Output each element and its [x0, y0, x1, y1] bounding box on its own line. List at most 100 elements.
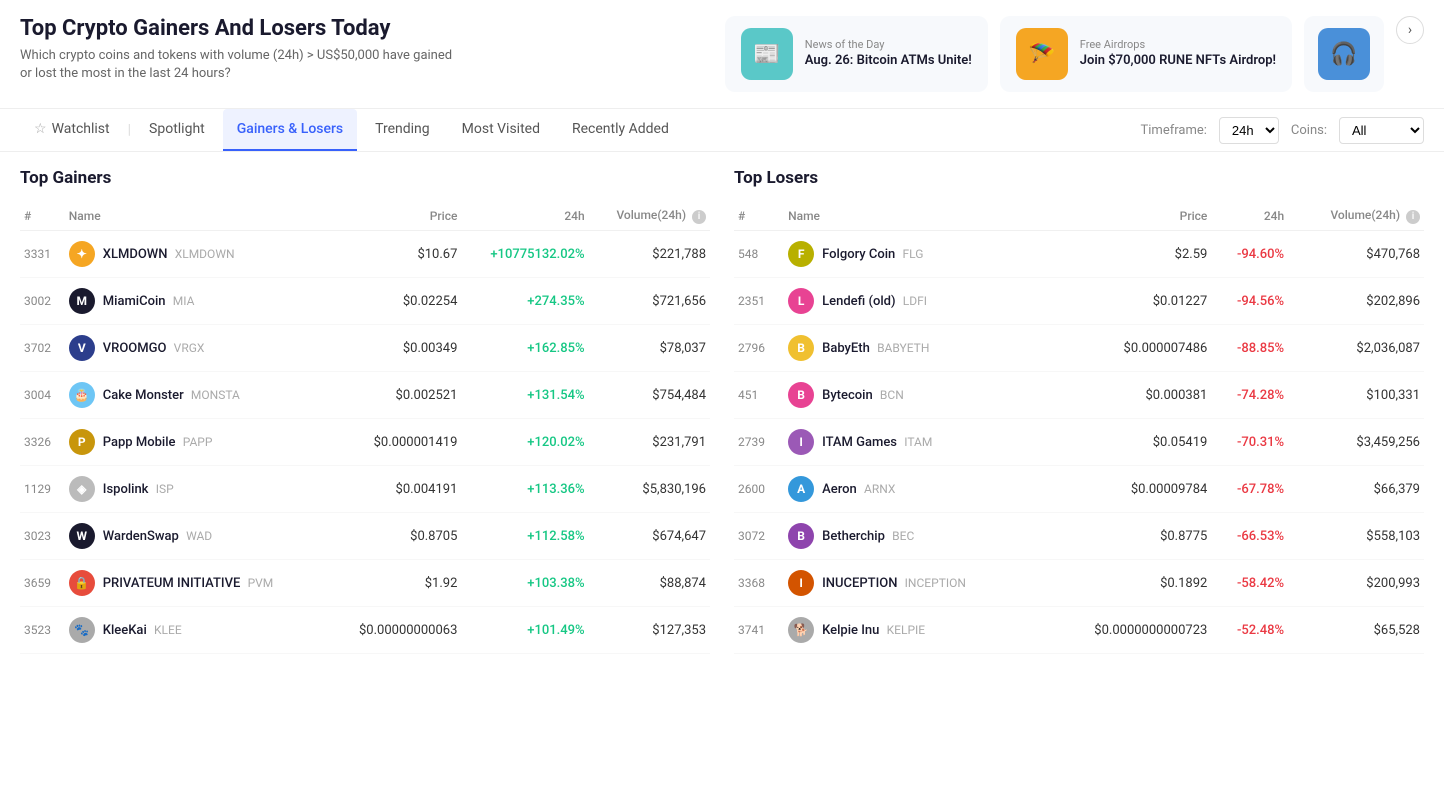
- news-card-2[interactable]: 🪂 Free Airdrops Join $70,000 RUNE NFTs A…: [1000, 16, 1292, 92]
- table-row[interactable]: 1129 ◈ Ispolink ISP $0.004191 +113.36% $…: [20, 466, 710, 513]
- price-cell: $0.002521: [329, 372, 461, 419]
- price-cell: $2.59: [1043, 231, 1212, 278]
- coin-icon: I: [788, 570, 814, 596]
- tab-gainers-losers[interactable]: Gainers & Losers: [223, 109, 357, 151]
- news-card-3-icon: 🎧: [1318, 28, 1370, 80]
- table-row[interactable]: 3368 I INUCEPTION INCEPTION $0.1892 -58.…: [734, 560, 1424, 607]
- table-row[interactable]: 3702 V VROOMGO VRGX $0.00349 +162.85% $7…: [20, 325, 710, 372]
- news-cards-container: 📰 News of the Day Aug. 26: Bitcoin ATMs …: [725, 16, 1424, 92]
- news-card-2-text: Free Airdrops Join $70,000 RUNE NFTs Air…: [1080, 38, 1276, 70]
- coin-full-name: BabyEth: [822, 341, 870, 356]
- news-card-1[interactable]: 📰 News of the Day Aug. 26: Bitcoin ATMs …: [725, 16, 988, 92]
- coin-full-name: Bytecoin: [822, 388, 873, 403]
- news-card-2-title: Join $70,000 RUNE NFTs Airdrop!: [1080, 53, 1276, 70]
- coin-symbol: PVM: [248, 576, 274, 590]
- coin-full-name: KleeKai: [103, 623, 147, 638]
- news-card-3[interactable]: 🎧: [1304, 16, 1384, 92]
- nav-arrow-right[interactable]: ›: [1396, 16, 1424, 44]
- tab-most-visited[interactable]: Most Visited: [448, 109, 554, 151]
- table-row[interactable]: 3004 🎂 Cake Monster MONSTA $0.002521 +13…: [20, 372, 710, 419]
- price-cell: $0.05419: [1043, 419, 1212, 466]
- coin-icon: P: [69, 429, 95, 455]
- change-cell: +131.54%: [461, 372, 588, 419]
- table-row[interactable]: 548 F Folgory Coin FLG $2.59 -94.60% $47…: [734, 231, 1424, 278]
- page-title: Top Crypto Gainers And Losers Today: [20, 16, 705, 41]
- table-row[interactable]: 3002 M MiamiCoin MIA $0.02254 +274.35% $…: [20, 278, 710, 325]
- info-icon-gainers[interactable]: i: [692, 210, 706, 224]
- change-cell: +120.02%: [461, 419, 588, 466]
- rank-cell: 451: [734, 372, 784, 419]
- coin-symbol: KLEE: [154, 623, 182, 637]
- coin-symbol: LDFI: [903, 294, 927, 308]
- coin-full-name: Lendefi (old): [822, 294, 895, 309]
- change-cell: +274.35%: [461, 278, 588, 325]
- table-row[interactable]: 2739 I ITAM Games ITAM $0.05419 -70.31% …: [734, 419, 1424, 466]
- nav-section: ☆ Watchlist | Spotlight Gainers & Losers…: [0, 109, 1444, 152]
- gainers-col-24h: 24h: [461, 202, 588, 231]
- coin-symbol: BABYETH: [877, 341, 929, 355]
- change-cell: -74.28%: [1211, 372, 1288, 419]
- rank-cell: 548: [734, 231, 784, 278]
- gainers-col-name: Name: [65, 202, 329, 231]
- volume-cell: $221,788: [589, 231, 710, 278]
- change-cell: -67.78%: [1211, 466, 1288, 513]
- rank-cell: 2600: [734, 466, 784, 513]
- coin-symbol: KELPIE: [887, 623, 925, 637]
- losers-col-rank: #: [734, 202, 784, 231]
- coin-icon: M: [69, 288, 95, 314]
- coin-full-name: Betherchip: [822, 529, 885, 544]
- rank-cell: 3368: [734, 560, 784, 607]
- table-row[interactable]: 3072 B Betherchip BEC $0.8775 -66.53% $5…: [734, 513, 1424, 560]
- change-cell: +162.85%: [461, 325, 588, 372]
- table-row[interactable]: 3326 P Papp Mobile PAPP $0.000001419 +12…: [20, 419, 710, 466]
- coins-select[interactable]: All Top 100: [1339, 117, 1424, 144]
- table-row[interactable]: 2796 B BabyEth BABYETH $0.000007486 -88.…: [734, 325, 1424, 372]
- coins-label: Coins:: [1291, 123, 1327, 138]
- coin-full-name: XLMDOWN: [103, 247, 168, 262]
- table-row[interactable]: 2351 L Lendefi (old) LDFI $0.01227 -94.5…: [734, 278, 1424, 325]
- coin-full-name: Aeron: [822, 482, 857, 497]
- volume-cell: $5,830,196: [589, 466, 710, 513]
- name-cell: 🎂 Cake Monster MONSTA: [65, 372, 329, 419]
- table-row[interactable]: 2600 A Aeron ARNX $0.00009784 -67.78% $6…: [734, 466, 1424, 513]
- coin-icon: L: [788, 288, 814, 314]
- losers-col-name: Name: [784, 202, 1043, 231]
- price-cell: $0.8705: [329, 513, 461, 560]
- top-section: Top Crypto Gainers And Losers Today Whic…: [0, 0, 1444, 109]
- price-cell: $0.01227: [1043, 278, 1212, 325]
- change-cell: -94.56%: [1211, 278, 1288, 325]
- rank-cell: 3326: [20, 419, 65, 466]
- tab-recently-added[interactable]: Recently Added: [558, 109, 683, 151]
- rank-cell: 1129: [20, 466, 65, 513]
- rank-cell: 3702: [20, 325, 65, 372]
- coin-symbol: ISP: [156, 482, 174, 496]
- coin-full-name: VROOMGO: [103, 341, 167, 356]
- rank-cell: 3523: [20, 607, 65, 654]
- coin-icon: A: [788, 476, 814, 502]
- timeframe-select[interactable]: 24h 7d 30d: [1219, 117, 1279, 144]
- table-row[interactable]: 3331 ✦ XLMDOWN XLMDOWN $10.67 +10775132.…: [20, 231, 710, 278]
- change-cell: -58.42%: [1211, 560, 1288, 607]
- price-cell: $0.02254: [329, 278, 461, 325]
- timeframe-label: Timeframe:: [1141, 123, 1207, 138]
- coin-icon: F: [788, 241, 814, 267]
- table-row[interactable]: 451 B Bytecoin BCN $0.000381 -74.28% $10…: [734, 372, 1424, 419]
- tab-trending[interactable]: Trending: [361, 109, 444, 151]
- info-icon-losers[interactable]: i: [1406, 210, 1420, 224]
- coin-icon: 🐾: [69, 617, 95, 643]
- rank-cell: 3659: [20, 560, 65, 607]
- rank-cell: 3004: [20, 372, 65, 419]
- price-cell: $0.1892: [1043, 560, 1212, 607]
- table-row[interactable]: 3659 🔒 PRIVATEUM INITIATIVE PVM $1.92 +1…: [20, 560, 710, 607]
- table-row[interactable]: 3741 🐕 Kelpie Inu KELPIE $0.000000000072…: [734, 607, 1424, 654]
- tab-spotlight[interactable]: Spotlight: [135, 109, 219, 151]
- table-row[interactable]: 3023 W WardenSwap WAD $0.8705 +112.58% $…: [20, 513, 710, 560]
- gainers-section: Top Gainers # Name Price 24h Volume(24h)…: [20, 168, 710, 654]
- price-cell: $0.000001419: [329, 419, 461, 466]
- volume-cell: $674,647: [589, 513, 710, 560]
- coin-symbol: PAPP: [183, 435, 213, 449]
- table-row[interactable]: 3523 🐾 KleeKai KLEE $0.00000000063 +101.…: [20, 607, 710, 654]
- tab-watchlist[interactable]: ☆ Watchlist: [20, 109, 124, 151]
- price-cell: $0.00000000063: [329, 607, 461, 654]
- name-cell: L Lendefi (old) LDFI: [784, 278, 1043, 325]
